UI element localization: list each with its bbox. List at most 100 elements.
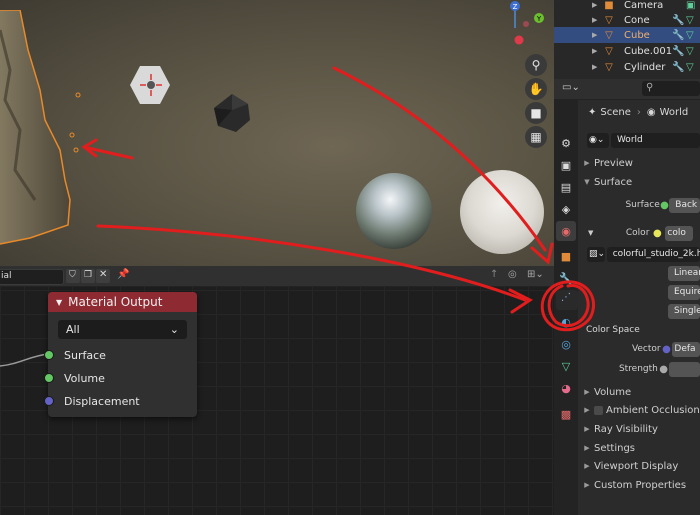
- float-socket-icon: ●: [659, 363, 668, 375]
- tab-object[interactable]: ■: [556, 246, 576, 266]
- white-sphere-object[interactable]: [460, 170, 544, 254]
- navigation-gizmo[interactable]: Z Y: [506, 0, 550, 48]
- surface-shader-value: Back: [675, 200, 698, 210]
- tab-modifiers[interactable]: 🔧: [556, 268, 576, 288]
- expand-arrow-icon[interactable]: ▶: [592, 1, 604, 9]
- socket-volume[interactable]: Volume: [44, 370, 105, 386]
- mesh-data-icon[interactable]: ▽: [686, 62, 700, 73]
- wrench-icon[interactable]: 🔧: [672, 15, 686, 26]
- image-browse-button[interactable]: ▨⌄: [587, 246, 605, 262]
- mesh-data-icon[interactable]: ▽: [686, 30, 700, 41]
- tab-output[interactable]: ▤: [556, 177, 576, 197]
- projection-dropdown[interactable]: Equirec: [668, 284, 700, 300]
- wrench-icon[interactable]: 🔧: [672, 30, 686, 41]
- world-icon: ◉: [646, 106, 656, 118]
- magnet-icon: ◎: [508, 269, 517, 280]
- panel-custom-properties[interactable]: ▶ Custom Properties: [578, 477, 700, 493]
- outliner-item-label: Cone: [624, 14, 650, 26]
- panel-settings[interactable]: ▶ Settings: [578, 440, 700, 456]
- socket-dot-icon[interactable]: [44, 396, 54, 406]
- interpolation-row: Linear: [578, 265, 700, 281]
- outliner-item-cone[interactable]: ▶ ▽ Cone 🔧 ▽: [554, 12, 700, 28]
- ambient-occlusion-checkbox[interactable]: [594, 405, 603, 415]
- snap-toggle[interactable]: ◎: [508, 269, 522, 283]
- collapsed-arrow-icon: ▶: [584, 406, 590, 414]
- editor-type-menu[interactable]: ▭⌄: [562, 82, 588, 96]
- expand-arrow-icon[interactable]: ▶: [592, 31, 604, 39]
- socket-displacement[interactable]: Displacement: [44, 393, 140, 409]
- world-browse-button[interactable]: ◉⌄: [587, 132, 609, 148]
- panel-volume[interactable]: ▶ Volume: [578, 384, 700, 400]
- socket-dot-icon[interactable]: [44, 373, 54, 383]
- expand-arrow-icon[interactable]: ▶: [592, 16, 604, 24]
- tab-constraints[interactable]: ◎: [556, 334, 576, 354]
- surface-shader-field[interactable]: Back: [669, 197, 700, 213]
- panel-surface[interactable]: ▼ Surface: [578, 174, 700, 190]
- parent-node-tree-button[interactable]: ↑: [490, 269, 504, 283]
- world-name-field[interactable]: World: [610, 132, 700, 148]
- properties-search-input[interactable]: ⚲: [642, 81, 700, 96]
- mesh-data-icon[interactable]: ▽: [686, 46, 700, 57]
- panel-title: Ambient Occlusion: [606, 404, 700, 416]
- panel-viewport-display[interactable]: ▶ Viewport Display: [578, 458, 700, 474]
- tab-physics[interactable]: ◐: [556, 312, 576, 332]
- world-icon: ◉: [561, 224, 571, 238]
- tab-data[interactable]: ▽: [556, 356, 576, 376]
- selected-rock-object[interactable]: [0, 10, 85, 250]
- strength-field[interactable]: [669, 361, 700, 377]
- zoom-button[interactable]: ⚲: [525, 54, 547, 76]
- tab-view-layer[interactable]: ◈: [556, 199, 576, 219]
- world-icon: ◉⌄: [589, 135, 605, 145]
- node-header[interactable]: ▼ Material Output: [48, 292, 197, 312]
- image-icon: ▨⌄: [589, 249, 605, 259]
- node-sidebar-toggle[interactable]: ⋰: [556, 290, 578, 310]
- ortho-toggle-button[interactable]: ▦: [525, 126, 547, 148]
- camera-view-button[interactable]: ■: [525, 102, 547, 124]
- panel-title: Volume: [594, 386, 632, 398]
- image-name-text: colorful_studio_2k.hdr: [612, 249, 700, 259]
- tab-texture[interactable]: ▩: [556, 404, 576, 424]
- outliner-item-cube[interactable]: ▶ ▽ Cube 🔧 ▽: [554, 27, 700, 43]
- interpolation-dropdown[interactable]: Linear: [668, 265, 700, 281]
- pan-button[interactable]: ✋: [525, 78, 547, 100]
- shader-editor-header: ial ⛉ ❐ ✕ 📌 ↑ ◎ ⊞⌄: [0, 266, 554, 287]
- strength-row: Strength ●: [578, 361, 700, 377]
- vector-input-field[interactable]: Defa: [672, 341, 700, 357]
- outliner-item-cylinder[interactable]: ▶ ▽ Cylinder 🔧 ▽: [554, 59, 700, 75]
- wrench-icon[interactable]: 🔧: [672, 62, 686, 73]
- fake-user-button[interactable]: ⛉: [66, 269, 80, 283]
- expand-arrow-icon[interactable]: ▶: [592, 47, 604, 55]
- panel-title: Settings: [594, 442, 636, 454]
- tab-material[interactable]: ◕: [556, 378, 576, 398]
- outliner-item-label: Cube.001: [623, 45, 673, 57]
- panel-ray-visibility[interactable]: ▶ Ray Visibility: [578, 421, 700, 437]
- 3d-viewport[interactable]: Z Y ⚲ ✋ ■ ▦: [0, 0, 554, 266]
- panel-preview[interactable]: ▶ Preview: [578, 155, 700, 171]
- tab-render[interactable]: ▣: [556, 155, 576, 175]
- snap-menu[interactable]: ⊞⌄: [527, 269, 547, 283]
- mesh-data-icon[interactable]: ▽: [686, 15, 700, 26]
- material-name-field[interactable]: ial: [0, 269, 64, 285]
- socket-label: Volume: [64, 371, 105, 385]
- outliner-item-cube-001[interactable]: ▶ ▽ Cube.001 🔧 ▽: [554, 43, 700, 59]
- duplicate-material-button[interactable]: ❐: [81, 269, 95, 283]
- tab-world[interactable]: ◉: [556, 221, 576, 241]
- tab-tool[interactable]: ⚙: [556, 133, 576, 153]
- icosphere-object[interactable]: [212, 92, 252, 134]
- unlink-material-button[interactable]: ✕: [96, 269, 110, 283]
- node-title: Material Output: [68, 295, 163, 309]
- image-name-field[interactable]: colorful_studio_2k.hdr: [606, 246, 700, 262]
- camera-data-icon[interactable]: ▣: [686, 0, 700, 11]
- pin-button[interactable]: 📌: [117, 269, 131, 283]
- color-input-field[interactable]: colo: [665, 225, 694, 241]
- wrench-icon[interactable]: 🔧: [672, 46, 686, 57]
- mirror-ball-object[interactable]: [356, 173, 432, 249]
- vector-label: Vector: [631, 344, 661, 354]
- socket-surface[interactable]: Surface: [44, 347, 106, 363]
- socket-dot-icon[interactable]: [44, 350, 54, 360]
- expand-arrow-icon[interactable]: ▶: [592, 63, 604, 71]
- collapse-arrow-icon[interactable]: ▼: [56, 298, 62, 307]
- target-dropdown[interactable]: All ⌄: [58, 320, 187, 339]
- panel-ambient-occlusion[interactable]: ▶ Ambient Occlusion: [578, 402, 700, 418]
- extension-dropdown[interactable]: Single I: [668, 303, 700, 319]
